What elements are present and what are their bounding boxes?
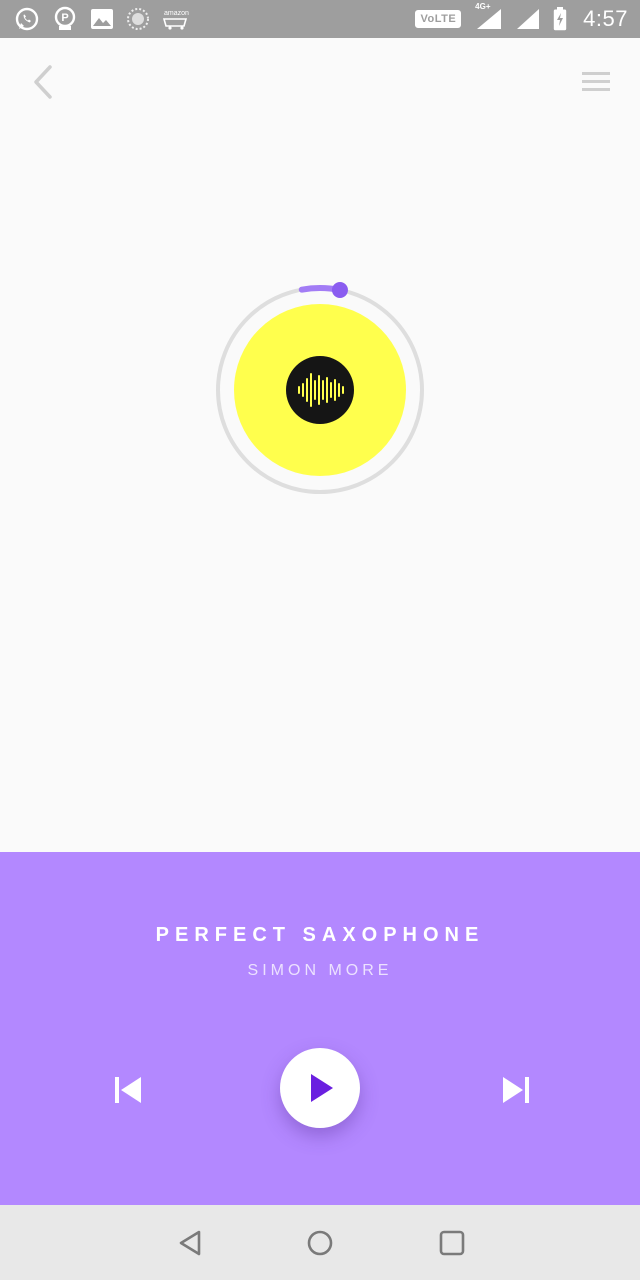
battery-charging-icon bbox=[553, 7, 567, 31]
clock: 4:57 bbox=[583, 6, 628, 31]
notification-icons: P amazon bbox=[14, 6, 190, 32]
system-back-button[interactable] bbox=[172, 1225, 208, 1261]
system-recents-button[interactable] bbox=[434, 1225, 470, 1261]
track-title: PERFECT SAXOPHONE bbox=[155, 924, 485, 946]
system-status: VoLTE 4G+ 4:57 bbox=[415, 3, 628, 32]
sync-icon bbox=[126, 7, 150, 31]
progress-knob[interactable] bbox=[331, 281, 348, 298]
svg-text:amazon: amazon bbox=[164, 10, 189, 17]
back-button[interactable] bbox=[26, 62, 62, 102]
gallery-icon bbox=[90, 8, 114, 30]
home-circle-icon bbox=[307, 1230, 333, 1256]
album-disc bbox=[210, 280, 430, 500]
signal-icon bbox=[515, 7, 541, 31]
play-button[interactable] bbox=[280, 1048, 360, 1128]
chevron-left-icon bbox=[34, 65, 52, 99]
whatsapp-icon bbox=[14, 6, 40, 32]
signal-4g-icon: 4G+ bbox=[473, 3, 503, 31]
skip-next-icon bbox=[503, 1077, 529, 1103]
amazon-icon: amazon bbox=[162, 7, 190, 31]
volte-badge: VoLTE bbox=[415, 10, 462, 28]
recents-square-icon bbox=[439, 1230, 465, 1256]
svg-text:P: P bbox=[61, 12, 68, 24]
paytm-icon: P bbox=[52, 6, 78, 32]
back-triangle-icon bbox=[179, 1230, 201, 1256]
hamburger-menu-icon bbox=[582, 72, 610, 91]
player-panel bbox=[0, 852, 640, 1205]
system-home-button[interactable] bbox=[302, 1225, 338, 1261]
menu-button[interactable] bbox=[578, 66, 614, 98]
track-artist: SIMON MORE bbox=[247, 962, 393, 979]
status-bar: P amazon VoLTE 4G+ 4:57 bbox=[0, 0, 640, 38]
next-button[interactable] bbox=[492, 1068, 540, 1112]
previous-button[interactable] bbox=[104, 1068, 152, 1112]
network-type-label: 4G+ bbox=[475, 2, 491, 11]
play-icon bbox=[311, 1074, 333, 1102]
skip-previous-icon bbox=[115, 1077, 141, 1103]
